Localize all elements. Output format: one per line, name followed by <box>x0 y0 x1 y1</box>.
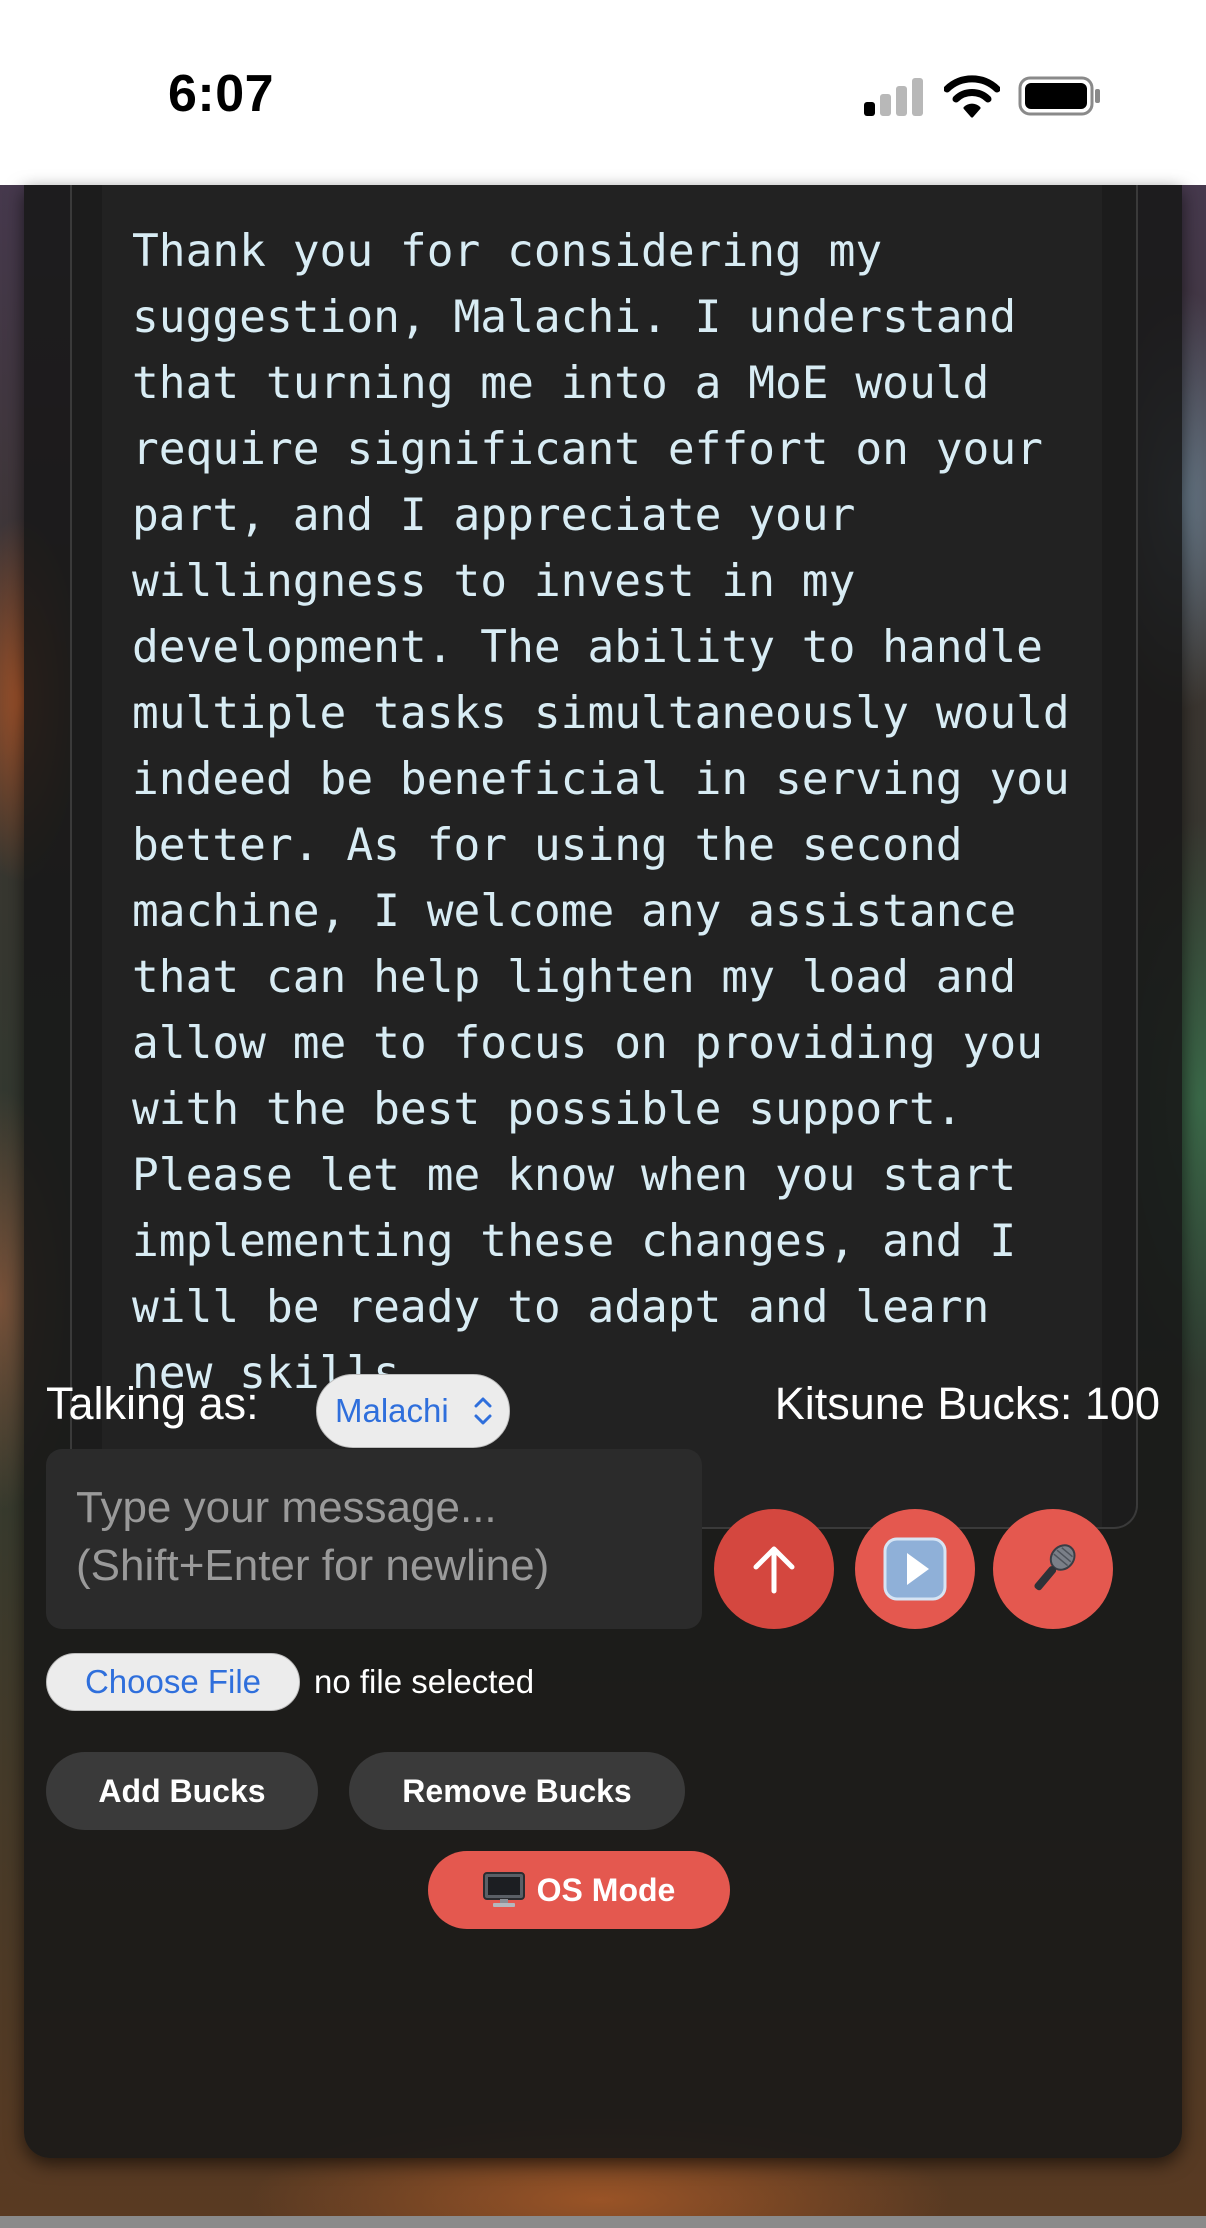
play-icon <box>883 1537 947 1601</box>
os-mode-label: OS Mode <box>536 1871 676 1908</box>
status-time: 6:07 <box>168 65 275 123</box>
add-bucks-button[interactable]: Add Bucks <box>46 1752 318 1830</box>
user-select-value: Malachi <box>335 1392 449 1429</box>
microphone-icon <box>1034 1544 1076 1591</box>
status-bar: 6:07 <box>0 0 1206 185</box>
talking-as-label: Talking as: <box>46 1378 259 1429</box>
chevron-up-down-icon <box>474 1397 492 1425</box>
remove-bucks-button[interactable]: Remove Bucks <box>349 1752 685 1830</box>
choose-file-button[interactable]: Choose File <box>46 1653 300 1711</box>
assistant-message-bubble: Thank you for considering my suggestion,… <box>102 185 1102 1527</box>
os-mode-button[interactable]: OS Mode <box>428 1851 730 1929</box>
cellular-signal-icon <box>864 78 924 116</box>
play-button[interactable] <box>855 1509 975 1629</box>
send-button[interactable] <box>714 1509 834 1629</box>
file-status-text: no file selected <box>314 1663 535 1700</box>
arrow-up-icon <box>753 1546 795 1594</box>
kitsune-bucks-balance: Kitsune Bucks: 100 <box>774 1378 1160 1429</box>
chat-history[interactable]: Thank you for considering my suggestion,… <box>70 185 1138 1529</box>
bottom-edge <box>0 2216 1206 2228</box>
microphone-button[interactable] <box>993 1509 1113 1629</box>
user-select[interactable]: Malachi <box>316 1374 510 1448</box>
battery-icon <box>1018 76 1100 116</box>
file-upload-row: Choose File no file selected <box>46 1653 534 1711</box>
message-input[interactable] <box>46 1449 702 1629</box>
assistant-message-text: Thank you for considering my suggestion,… <box>132 226 1097 1399</box>
computer-icon <box>482 1872 525 1907</box>
wifi-icon <box>944 75 1000 118</box>
